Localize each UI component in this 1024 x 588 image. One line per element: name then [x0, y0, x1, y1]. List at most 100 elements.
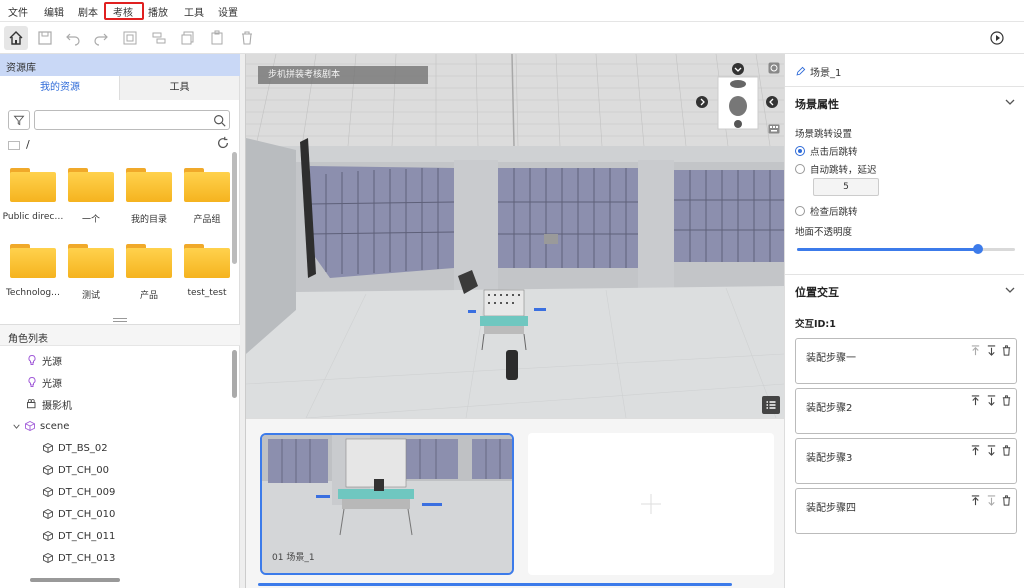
trash-icon[interactable] — [1001, 445, 1012, 456]
home-icon — [9, 31, 23, 45]
folder-label: 产品组 — [193, 215, 221, 225]
menu-script[interactable]: 剧本 — [78, 4, 98, 19]
delete-button[interactable] — [236, 27, 258, 49]
move-down-icon[interactable] — [986, 495, 997, 506]
folder-label: 产品 — [139, 291, 158, 301]
delay-input[interactable]: 5 — [813, 178, 879, 196]
radio-auto-jump[interactable]: 自动跳转，延迟 — [795, 162, 877, 176]
folder-icon — [184, 244, 230, 278]
list-icon — [766, 401, 776, 409]
role-label: 摄影机 — [42, 400, 72, 412]
keyboard-icon[interactable] — [768, 124, 780, 134]
menu-tools[interactable]: 工具 — [184, 4, 204, 19]
menu-file[interactable]: 文件 — [8, 4, 28, 19]
group-button[interactable] — [119, 27, 141, 49]
play-circle-icon — [990, 31, 1004, 45]
position-interaction-section[interactable]: 位置交互 — [785, 274, 1024, 304]
cube-icon — [25, 420, 35, 432]
menu-edit[interactable]: 编辑 — [44, 4, 64, 19]
save-button[interactable] — [34, 27, 56, 49]
resource-scrollbar[interactable] — [232, 152, 237, 264]
role-item[interactable]: DT_CH_013 — [42, 548, 115, 568]
folder-item[interactable]: Public direc… — [3, 168, 63, 228]
interaction-id-label: 交互ID:1 — [795, 319, 836, 330]
role-item-scene[interactable]: scene — [12, 416, 69, 436]
resource-search-input[interactable] — [34, 110, 230, 130]
redo-icon — [94, 33, 108, 46]
folder-icon — [68, 244, 114, 278]
role-item[interactable]: DT_CH_00 — [42, 460, 109, 480]
filmstrip-scrollbar[interactable] — [258, 583, 732, 586]
tab-my-resources[interactable]: 我的资源 — [0, 76, 120, 100]
trash-icon[interactable] — [1001, 495, 1012, 506]
folder-icon — [10, 244, 56, 278]
folder-icon — [10, 168, 56, 202]
step-card[interactable]: 装配步骤一 — [795, 338, 1017, 384]
trash-icon[interactable] — [1001, 395, 1012, 406]
move-up-icon[interactable] — [970, 495, 981, 506]
folder-item[interactable]: Technolog… — [4, 244, 62, 304]
menu-settings[interactable]: 设置 — [218, 4, 238, 19]
step-card[interactable]: 装配步骤3 — [795, 438, 1017, 484]
add-scene-button[interactable] — [528, 433, 774, 575]
role-list-scrollbar[interactable] — [232, 350, 237, 398]
tab-tools[interactable]: 工具 — [119, 76, 239, 100]
toolbar — [0, 22, 1024, 54]
copy-button[interactable] — [177, 27, 199, 49]
undo-icon — [66, 33, 80, 46]
radio-jump-after-check[interactable]: 检查后跳转 — [795, 204, 858, 218]
role-item[interactable]: 光源 — [26, 372, 62, 392]
move-down-icon[interactable] — [986, 445, 997, 456]
move-down-icon[interactable] — [986, 345, 997, 356]
scene-properties-section[interactable]: 场景属性 — [785, 86, 1024, 116]
role-label: 光源 — [42, 356, 62, 368]
role-item[interactable]: DT_BS_02 — [42, 438, 108, 458]
role-item[interactable]: DT_CH_011 — [42, 526, 115, 546]
role-list-horizontal-scrollbar[interactable] — [30, 578, 120, 582]
folder-item[interactable]: 测试 — [62, 244, 120, 304]
chevron-down-icon — [1005, 99, 1015, 105]
step-card[interactable]: 装配步骤2 — [795, 388, 1017, 434]
role-item[interactable]: DT_CH_009 — [42, 482, 115, 502]
folder-item[interactable]: 一个 — [62, 168, 120, 228]
move-up-icon[interactable] — [970, 345, 981, 356]
paste-button[interactable] — [206, 27, 228, 49]
viewport-list-button[interactable] — [762, 396, 780, 414]
role-item[interactable]: DT_CH_010 — [42, 504, 115, 524]
folder-item[interactable]: test_test — [178, 244, 236, 304]
role-item[interactable]: 光源 — [26, 350, 62, 370]
play-button[interactable] — [986, 27, 1008, 49]
radio-jump-on-click[interactable]: 点击后跳转 — [795, 144, 858, 158]
edit-pencil-icon[interactable] — [795, 66, 806, 77]
folder-outline-icon — [8, 140, 20, 150]
3d-viewport[interactable]: 步机拼装考核剧本 — [246, 54, 784, 418]
ground-opacity-label: 地面不透明度 — [795, 227, 853, 238]
cube-icon — [43, 552, 53, 564]
move-up-icon[interactable] — [970, 445, 981, 456]
step-card[interactable]: 装配步骤四 — [795, 488, 1017, 534]
folder-item[interactable]: 产品组 — [178, 168, 236, 228]
move-down-icon[interactable] — [986, 395, 997, 406]
redo-button[interactable] — [90, 27, 112, 49]
undo-button[interactable] — [62, 27, 84, 49]
refresh-icon[interactable] — [216, 136, 230, 150]
trash-icon[interactable] — [1001, 345, 1012, 356]
role-label: DT_CH_009 — [58, 486, 116, 498]
copy-icon — [181, 31, 194, 45]
slider-handle[interactable] — [972, 244, 983, 254]
menu-play[interactable]: 播放 — [148, 4, 168, 19]
path-text: / — [26, 138, 30, 151]
filter-button[interactable] — [8, 110, 30, 130]
folder-item[interactable]: 产品 — [120, 244, 178, 304]
home-button[interactable] — [4, 26, 28, 50]
panel-splitter[interactable] — [113, 318, 127, 322]
group-icon — [123, 31, 137, 45]
folder-item[interactable]: 我的目录 — [120, 168, 178, 228]
move-up-icon[interactable] — [970, 395, 981, 406]
reset-view-icon[interactable] — [768, 62, 780, 74]
role-item[interactable]: 摄影机 — [26, 394, 72, 414]
cube-icon — [43, 464, 53, 476]
scene-thumbnail[interactable]: 01 场景_1 — [260, 433, 514, 575]
align-button[interactable] — [148, 27, 170, 49]
step-label: 装配步骤3 — [806, 453, 853, 464]
